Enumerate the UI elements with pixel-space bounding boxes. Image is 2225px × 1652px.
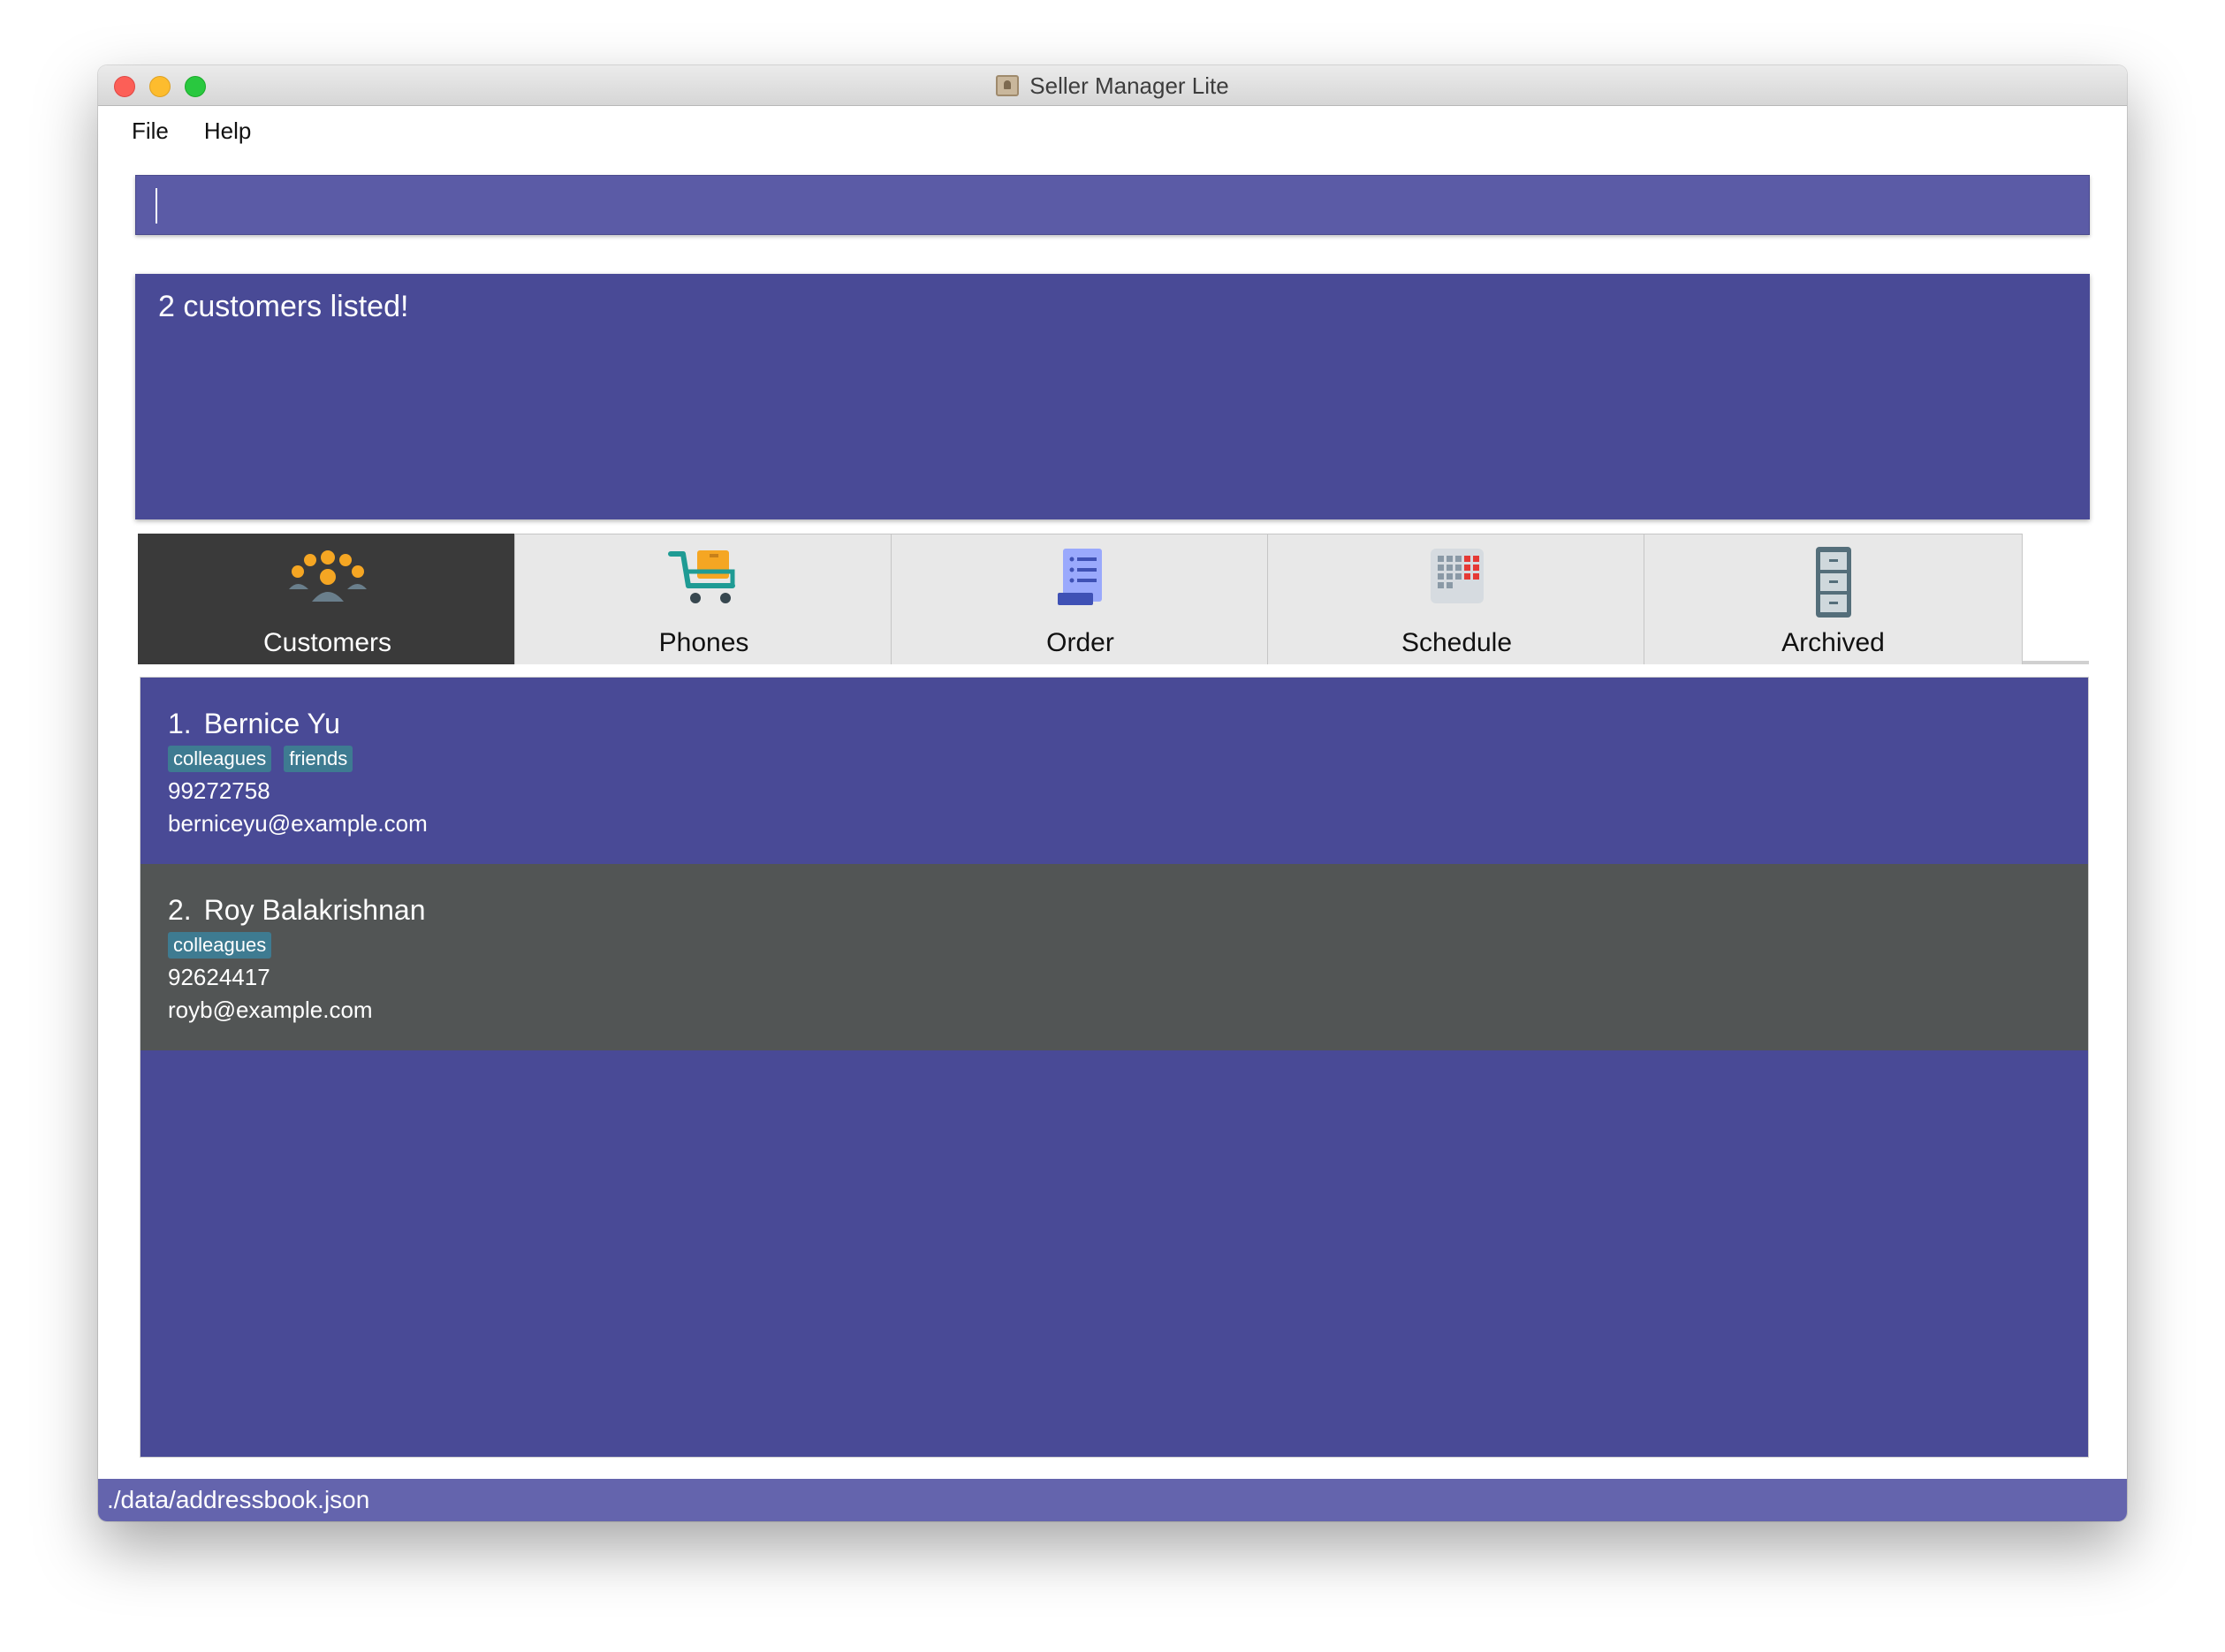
- tab-label-archived: Archived: [1781, 628, 1885, 657]
- file-cabinet-icon: [1815, 547, 1851, 618]
- app-window: Seller Manager Lite File Help 2 customer…: [98, 65, 2127, 1521]
- command-input[interactable]: [136, 176, 2089, 234]
- result-display: 2 customers listed!: [135, 274, 2090, 519]
- window-title-group: Seller Manager Lite: [98, 65, 2127, 106]
- customers-icon: [288, 550, 367, 602]
- list-item[interactable]: 1. Bernice Yu colleagues friends 9927275…: [140, 678, 2088, 864]
- data-file-path: ./data/addressbook.json: [107, 1486, 370, 1513]
- customer-name: Bernice Yu: [203, 708, 340, 739]
- customer-index: 2.: [168, 894, 192, 926]
- tab-label-customers: Customers: [262, 628, 392, 657]
- status-bar: ./data/addressbook.json: [98, 1479, 2127, 1521]
- customer-name-row: 2. Roy Balakrishnan: [168, 894, 2088, 927]
- menu-file[interactable]: File: [132, 117, 169, 145]
- result-message: 2 customers listed!: [158, 290, 409, 323]
- tab-label-schedule: Schedule: [1401, 628, 1513, 657]
- title-bar: Seller Manager Lite: [98, 65, 2127, 106]
- tag-badge: colleagues: [168, 746, 272, 772]
- menu-bar: File Help: [98, 106, 2127, 155]
- shopping-cart-icon: [667, 550, 735, 603]
- tag-list: colleagues: [168, 932, 2088, 959]
- tab-customers[interactable]: Customers: [138, 534, 517, 664]
- tab-label-order: Order: [1046, 628, 1114, 657]
- tag-badge: friends: [284, 746, 353, 772]
- calendar-grid-icon: [1430, 549, 1484, 603]
- customer-phone: 99272758: [168, 777, 270, 804]
- customer-email: berniceyu@example.com: [168, 810, 428, 837]
- tab-bar: Customers Phones Order Schedule Archived: [138, 534, 2089, 664]
- tag-badge: colleagues: [168, 932, 272, 959]
- tag-list: colleagues friends: [168, 746, 2088, 772]
- tab-phones[interactable]: Phones: [514, 534, 893, 664]
- customer-index: 1.: [168, 708, 192, 739]
- tab-archived[interactable]: Archived: [1644, 534, 2023, 664]
- app-icon: [996, 75, 1020, 96]
- customer-name-row: 1. Bernice Yu: [168, 708, 2088, 740]
- customer-list: 1. Bernice Yu colleagues friends 9927275…: [140, 677, 2089, 1458]
- menu-help[interactable]: Help: [204, 117, 251, 145]
- order-list-icon: [1057, 549, 1102, 605]
- list-item[interactable]: 2. Roy Balakrishnan colleagues 92624417 …: [140, 864, 2088, 1050]
- customer-email: royb@example.com: [168, 997, 373, 1023]
- window-title: Seller Manager Lite: [1029, 72, 1229, 99]
- customer-name: Roy Balakrishnan: [203, 894, 426, 926]
- tab-schedule[interactable]: Schedule: [1267, 534, 1646, 664]
- customer-phone: 92624417: [168, 964, 270, 990]
- text-caret: [156, 188, 157, 224]
- tab-order[interactable]: Order: [891, 534, 1270, 664]
- command-box[interactable]: [135, 175, 2090, 235]
- tab-label-phones: Phones: [658, 628, 749, 657]
